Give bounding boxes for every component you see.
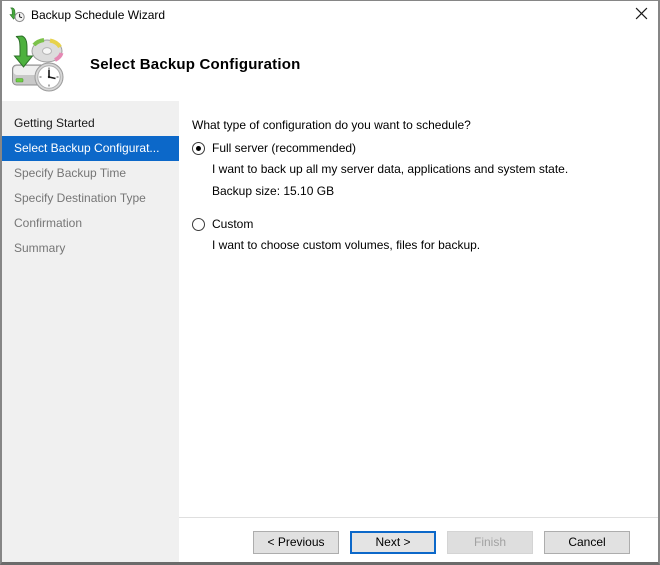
sidebar-item-summary: Summary [14, 241, 66, 255]
backup-drive-cd-clock-icon [11, 34, 69, 96]
configuration-question: What type of configuration do you want t… [192, 118, 471, 132]
sidebar-item-specify-backup-time: Specify Backup Time [14, 166, 127, 180]
full-server-label[interactable]: Full server (recommended) [212, 141, 356, 155]
backup-arrow-clock-icon [9, 6, 25, 23]
close-icon [635, 7, 648, 23]
sidebar-item-confirmation: Confirmation [14, 216, 83, 230]
full-server-description: I want to back up all my server data, ap… [212, 162, 569, 176]
wizard-page-content: What type of configuration do you want t… [179, 101, 658, 517]
page-title: Select Backup Configuration [90, 56, 301, 73]
option-custom[interactable]: Custom [192, 217, 648, 231]
custom-radio[interactable] [192, 217, 205, 231]
wizard-header: Select Backup Configuration [2, 28, 658, 101]
backup-schedule-wizard-window: Backup Schedule Wizard Select Backup Con… [0, 0, 660, 565]
sidebar-item-specify-destination: Specify Destination Type [14, 191, 146, 205]
previous-button[interactable]: < Previous [253, 531, 339, 554]
wizard-button-bar: < Previous Next > Finish Cancel [179, 517, 658, 562]
close-button[interactable] [624, 1, 658, 28]
sidebar-item-select-backup-config[interactable]: Select Backup Configurat... [2, 136, 179, 161]
backup-size-text: Backup size: 15.10 GB [212, 184, 335, 198]
wizard-steps-sidebar: Getting Started Select Backup Configurat… [2, 101, 179, 562]
full-server-radio[interactable] [192, 141, 205, 155]
custom-description: I want to choose custom volumes, files f… [212, 238, 481, 252]
option-full-server[interactable]: Full server (recommended) [192, 141, 648, 155]
cancel-button[interactable]: Cancel [544, 531, 630, 554]
finish-button: Finish [447, 531, 533, 554]
sidebar-item-getting-started[interactable]: Getting Started [2, 111, 179, 136]
custom-label[interactable]: Custom [212, 217, 253, 231]
titlebar: Backup Schedule Wizard [2, 1, 658, 28]
next-button[interactable]: Next > [350, 531, 436, 554]
window-title: Backup Schedule Wizard [31, 7, 166, 22]
